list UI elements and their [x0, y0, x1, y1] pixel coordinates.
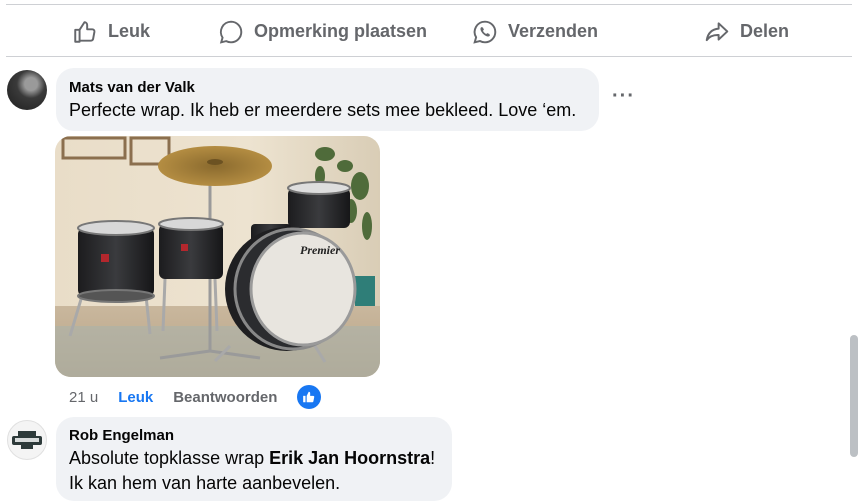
drum-kit-photo: Premier	[55, 136, 380, 377]
comment-text: Perfecte wrap. Ik heb er meerdere sets m…	[69, 100, 577, 120]
comment-bubble: Rob Engelman Absolute topklasse wrap Eri…	[56, 417, 452, 501]
send-action-button[interactable]: Verzenden	[472, 5, 598, 58]
comment-photo[interactable]: Premier	[55, 136, 380, 377]
share-arrow-icon	[705, 21, 729, 41]
comment-text-part: !	[430, 448, 436, 468]
share-action-label: Delen	[740, 21, 790, 41]
comment-action-label: Opmerking plaatsen	[254, 21, 428, 41]
comment-action-button[interactable]: Opmerking plaatsen	[218, 5, 427, 58]
comment-bubble: Mats van der Valk Perfecte wrap. Ik heb …	[56, 68, 599, 131]
mention-link[interactable]: Erik Jan Hoornstra	[269, 448, 430, 468]
like-action-button[interactable]: Leuk	[72, 5, 150, 58]
comment-text-part: Absolute topklasse wrap	[69, 448, 270, 468]
scrollbar-thumb[interactable]	[850, 335, 858, 457]
more-options-icon[interactable]: ···	[612, 86, 636, 110]
comment-author[interactable]: Rob Engelman	[69, 426, 439, 446]
reaction-badge[interactable]	[297, 385, 321, 409]
comment-meta: 21 u Leuk Beantwoorden	[69, 386, 277, 408]
comment-timestamp[interactable]: 21 u	[69, 389, 98, 406]
share-action-button[interactable]: Delen	[704, 5, 789, 58]
commenter-avatar[interactable]	[7, 70, 47, 110]
drum-logo-icon	[12, 431, 42, 449]
commenter-avatar[interactable]	[7, 420, 47, 460]
post-action-bar: Leuk Opmerking plaatsen Verzenden Delen	[6, 4, 852, 57]
send-action-label: Verzenden	[508, 21, 599, 41]
thumbs-up-icon	[303, 391, 315, 403]
kick-drum-logo: Premier	[300, 243, 340, 257]
comment-author[interactable]: Mats van der Valk	[69, 78, 586, 98]
comment-like-link[interactable]: Leuk	[118, 389, 153, 406]
thumbs-up-icon	[74, 20, 96, 43]
comment-text-line: Ik kan hem van harte aanbevelen.	[69, 473, 341, 493]
comment-reply-link[interactable]: Beantwoorden	[173, 389, 277, 406]
comment-text: Absolute topklasse wrap Erik Jan Hoornst…	[69, 446, 439, 471]
like-action-label: Leuk	[108, 21, 151, 41]
speech-bubble-icon	[219, 20, 243, 44]
whatsapp-icon	[473, 20, 497, 44]
